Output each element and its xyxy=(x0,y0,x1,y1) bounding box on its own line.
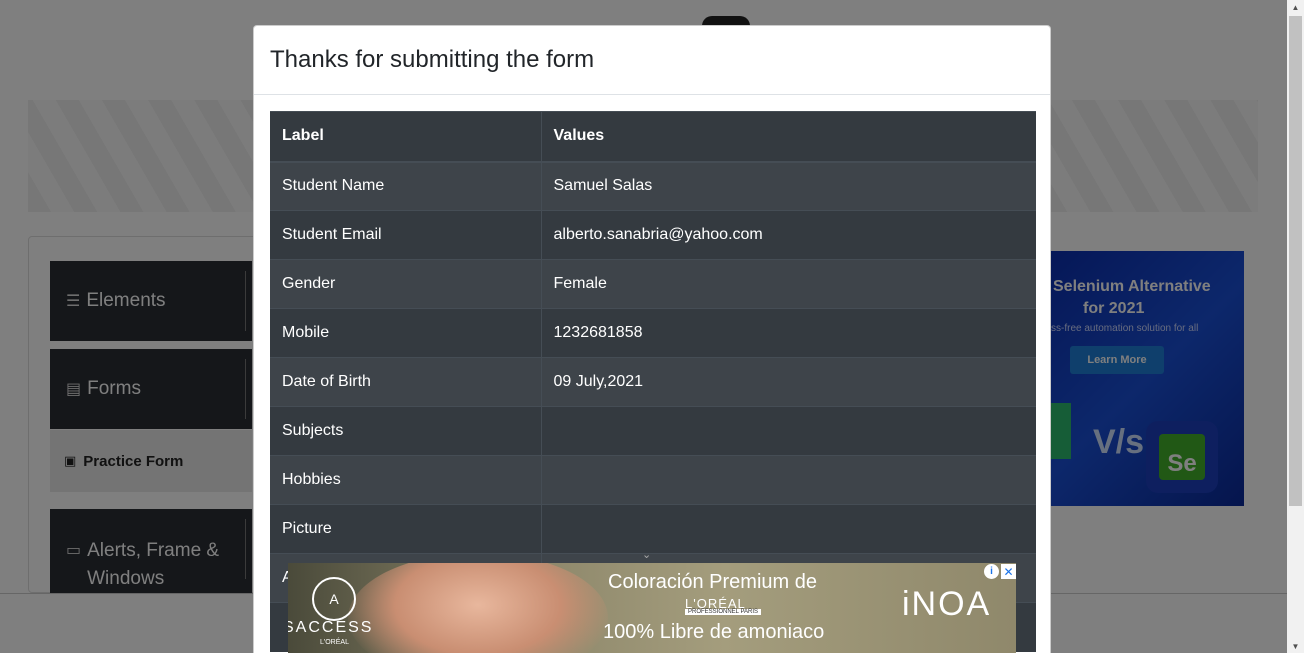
table-row: Mobile 1232681858 xyxy=(270,308,1036,358)
ad-headline-2: 100% Libre de amoniaco xyxy=(603,621,825,643)
ad-close-icon[interactable]: ✕ xyxy=(1001,564,1016,579)
row-label: Picture xyxy=(270,504,542,554)
table-row: Hobbies xyxy=(270,455,1036,505)
scroll-up-arrow-icon[interactable]: ▲ xyxy=(1287,0,1304,14)
row-value: Samuel Salas xyxy=(541,161,1036,211)
ad-headline: Coloración Premium de xyxy=(608,571,817,593)
table-row: Date of Birth 09 July,2021 xyxy=(270,357,1036,407)
table-header-row: Label Values xyxy=(270,111,1036,163)
ad-brand: SACCESS xyxy=(288,619,374,636)
ad-photo xyxy=(348,563,608,653)
ad-info-icon[interactable]: i xyxy=(984,564,999,579)
access-logo-icon: A xyxy=(312,577,356,621)
table-row: Student Name Samuel Salas xyxy=(270,161,1036,211)
row-label: Hobbies xyxy=(270,455,542,505)
table-row: Gender Female xyxy=(270,259,1036,309)
row-value: alberto.sanabria@yahoo.com xyxy=(541,210,1036,260)
column-header-values: Values xyxy=(541,111,1036,163)
modal-title: Thanks for submitting the form xyxy=(270,46,595,73)
row-value xyxy=(541,406,1036,456)
bottom-advertisement[interactable]: A SACCESS L'ORÉAL Coloración Premium de … xyxy=(288,563,1016,653)
modal-header: Thanks for submitting the form xyxy=(254,26,1050,95)
row-label: Student Email xyxy=(270,210,542,260)
submission-modal: Thanks for submitting the form Label Val… xyxy=(253,25,1051,653)
chevron-down-icon[interactable]: ⌄ xyxy=(642,548,651,561)
row-label: Mobile xyxy=(270,308,542,358)
row-label: Subjects xyxy=(270,406,542,456)
row-value xyxy=(541,455,1036,505)
row-label: Date of Birth xyxy=(270,357,542,407)
scroll-down-arrow-icon[interactable]: ▼ xyxy=(1287,639,1304,653)
inoa-logo: iNOA xyxy=(902,585,992,623)
page-scrollbar[interactable]: ▲ ▼ xyxy=(1287,0,1304,653)
professionnel-label: PROFESSIONNEL PARIS xyxy=(685,609,762,615)
row-value xyxy=(541,504,1036,554)
row-value: 09 July,2021 xyxy=(541,357,1036,407)
table-row: Student Email alberto.sanabria@yahoo.com xyxy=(270,210,1036,260)
table-row: Picture xyxy=(270,504,1036,554)
column-header-label: Label xyxy=(270,111,542,163)
row-label: Gender xyxy=(270,259,542,309)
row-label: Student Name xyxy=(270,161,542,211)
table-row: Subjects xyxy=(270,406,1036,456)
row-value: Female xyxy=(541,259,1036,309)
scroll-thumb[interactable] xyxy=(1289,16,1302,506)
ad-brand-sub: L'ORÉAL xyxy=(320,639,349,646)
row-value: 1232681858 xyxy=(541,308,1036,358)
